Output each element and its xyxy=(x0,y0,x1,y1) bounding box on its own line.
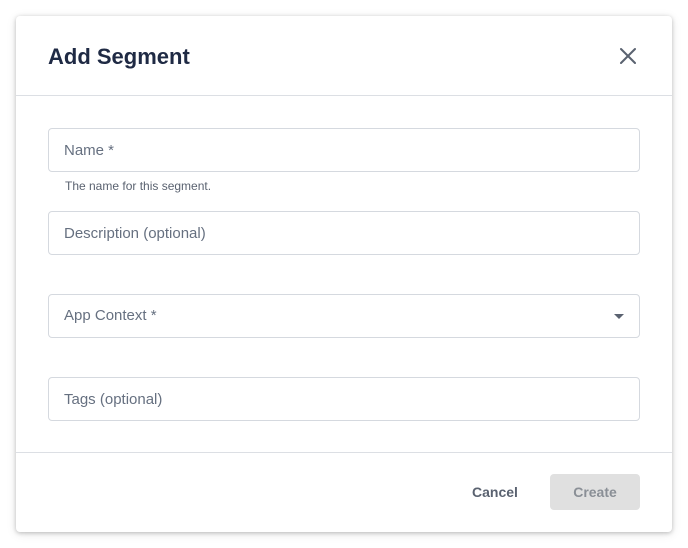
dialog-title: Add Segment xyxy=(48,44,190,69)
description-field[interactable] xyxy=(48,211,640,255)
name-input[interactable] xyxy=(49,129,639,171)
tags-input[interactable] xyxy=(49,378,639,420)
app-context-placeholder: App Context * xyxy=(64,307,157,324)
add-segment-dialog: Add Segment The name for this segment. A… xyxy=(16,16,672,532)
app-context-select[interactable]: App Context * xyxy=(48,294,640,338)
dialog-footer: Cancel Create xyxy=(16,452,672,532)
close-button[interactable] xyxy=(614,42,642,70)
name-field[interactable]: The name for this segment. xyxy=(48,128,640,193)
tags-field[interactable] xyxy=(48,377,640,421)
close-icon xyxy=(620,48,636,64)
name-helper-text: The name for this segment. xyxy=(65,179,212,193)
create-button[interactable]: Create xyxy=(550,474,640,510)
description-input[interactable] xyxy=(49,212,639,254)
chevron-down-icon xyxy=(614,314,624,319)
dialog-header: Add Segment xyxy=(16,16,672,96)
cancel-button[interactable]: Cancel xyxy=(460,474,530,510)
